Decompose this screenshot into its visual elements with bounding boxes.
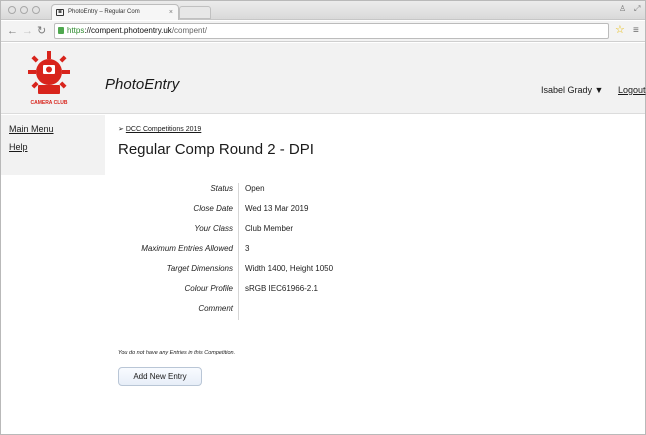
- tab-close-icon[interactable]: ×: [169, 5, 173, 20]
- detail-value: sRGB IEC61966-2.1: [245, 284, 318, 293]
- sidebar-item-main-menu[interactable]: Main Menu: [9, 124, 54, 134]
- browser-window: ◙ PhotoEntry – Regular Com × ♙ ⤢ ← → ↻ h…: [0, 0, 646, 435]
- no-entries-message: You do not have any Entries in this Comp…: [118, 350, 236, 356]
- detail-label: Close Date: [193, 204, 233, 213]
- details-divider: [238, 183, 239, 320]
- menu-icon[interactable]: ≡: [633, 24, 639, 37]
- detail-value: Club Member: [245, 224, 294, 233]
- site-name: PhotoEntry: [105, 76, 180, 93]
- minimize-window-icon[interactable]: [20, 6, 28, 14]
- detail-value: Wed 13 Mar 2019: [245, 204, 309, 213]
- detail-label: Maximum Entries Allowed: [141, 244, 233, 253]
- zoom-window-icon[interactable]: [32, 6, 40, 14]
- breadcrumb-link[interactable]: DCC Competitions 2019: [126, 126, 201, 133]
- url-host: ://compent.photoentry.uk: [84, 26, 172, 35]
- breadcrumb: ➢ DCC Competitions 2019: [118, 125, 201, 133]
- star-icon[interactable]: ☆: [615, 24, 625, 37]
- detail-label: Colour Profile: [184, 284, 233, 293]
- detail-label: Target Dimensions: [166, 264, 233, 273]
- tab-title: PhotoEntry – Regular Com: [68, 9, 140, 15]
- back-arrow-icon[interactable]: ←: [7, 24, 18, 38]
- browser-toolbar: ← → ↻ https://compent.photoentry.uk/comp…: [1, 21, 645, 42]
- user-profile-icon[interactable]: ♙: [619, 4, 626, 13]
- fullscreen-icon[interactable]: ⤢: [634, 4, 640, 14]
- detail-label: Comment: [198, 304, 233, 313]
- site-header: CAMERA CLUB PhotoEntry Isabel Grady ▼ Lo…: [1, 43, 646, 114]
- sidebar-item-help[interactable]: Help: [9, 142, 28, 152]
- logout-link[interactable]: Logout: [618, 85, 646, 95]
- sidebar: Main Menu Help: [1, 115, 105, 175]
- detail-label: Status: [210, 184, 233, 193]
- detail-value: Open: [245, 184, 265, 193]
- new-tab-button[interactable]: [179, 6, 211, 19]
- forward-arrow-icon[interactable]: →: [22, 24, 33, 38]
- reload-icon[interactable]: ↻: [37, 24, 46, 38]
- detail-value: Width 1400, Height 1050: [245, 264, 334, 273]
- detail-label: Your Class: [194, 224, 233, 233]
- add-new-entry-button[interactable]: Add New Entry: [118, 367, 202, 386]
- close-window-icon[interactable]: [8, 6, 16, 14]
- title-bar: ◙ PhotoEntry – Regular Com × ♙ ⤢: [1, 1, 645, 20]
- camera-favicon-icon: ◙: [56, 9, 64, 16]
- address-bar[interactable]: https://compent.photoentry.uk/compent/: [54, 23, 609, 39]
- url-path: /compent/: [171, 26, 207, 35]
- detail-value: 3: [245, 244, 250, 253]
- browser-tab[interactable]: ◙ PhotoEntry – Regular Com ×: [51, 4, 179, 20]
- page-title: Regular Comp Round 2 - DPI: [118, 141, 314, 158]
- logo-text: CAMERA CLUB: [30, 100, 67, 106]
- user-menu[interactable]: Isabel Grady ▼: [541, 85, 603, 95]
- lock-icon: [58, 27, 64, 34]
- breadcrumb-arrow-icon: ➢: [118, 126, 124, 133]
- camera-club-logo: CAMERA CLUB: [28, 51, 70, 106]
- url-scheme: https: [67, 26, 85, 35]
